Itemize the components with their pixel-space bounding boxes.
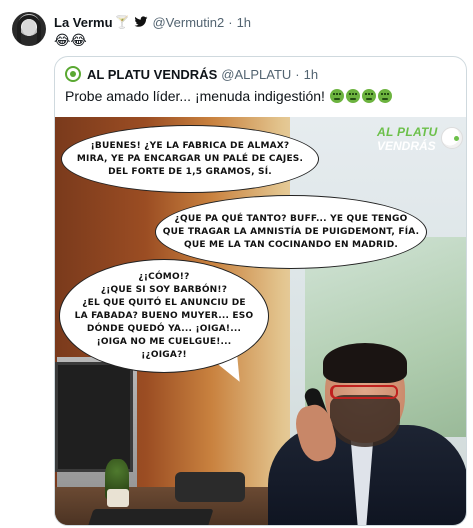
logo-line1: AL PLATU [377,125,438,139]
separator: · [228,14,233,30]
speech-bubble-3-text: ¿¡CÓMO!? ¿¡QUE SI SOY BARBÓN!? ¿EL QUE Q… [74,271,254,360]
cocktail-icon: 🍸 [114,15,130,29]
nauseated-face-icon [329,89,344,103]
speech-bubble-1-text: ¡BUENES! ¿YE LA FABRICA DE ALMAX? MIRA, … [76,140,304,177]
glasses [330,385,398,399]
keyboard [86,509,214,525]
quoted-text: Probe amado líder... ¡menuda indigestión… [65,88,392,104]
quoted-author-handle: @ALPLATU [221,66,292,82]
tweet[interactable]: La Vermu 🍸 @Vermutin2 · 1h 😂😂 AL PLATU V… [0,0,473,528]
nauseated-face-icon [345,89,360,103]
comic-image[interactable]: AL PLATU VENDRÁS ¡BUENES! ¿YE LA FABRICA… [55,117,466,525]
desk-phone [175,472,245,502]
tweet-time[interactable]: 1h [237,15,251,30]
nauseated-face-icon [377,89,392,103]
twitter-bird-icon [135,16,148,27]
speech-bubble-1: ¡BUENES! ¿YE LA FABRICA DE ALMAX? MIRA, … [61,125,319,193]
hair [323,343,407,383]
nauseated-face-icon [361,89,376,103]
beard [330,395,400,447]
speech-bubble-2: ¿QUE PA QUÉ TANTO? BUFF... YE QUE TENGO … [155,195,427,269]
man-on-phone [260,343,466,525]
logo-ball-icon [441,127,463,149]
quoted-author-name: AL PLATU VENDRÁS [87,66,218,82]
logo-line2: VENDRÁS [377,139,436,153]
nauseated-face-icons [328,89,392,103]
quoted-text-body: Probe amado líder... ¡menuda indigestión… [65,88,325,104]
author-name[interactable]: La Vermu [54,15,113,30]
quoted-separator: · [295,66,300,82]
speech-bubble-2-text: ¿QUE PA QUÉ TANTO? BUFF... YE QUE TENGO … [162,213,420,250]
plant-pot [107,489,129,507]
computer-monitor [55,362,133,472]
tweet-header: La Vermu 🍸 @Vermutin2 · 1h [54,13,251,31]
tweet-text: 😂😂 [54,32,87,48]
quoted-avatar [65,66,81,82]
avatar-face [22,19,36,36]
quoted-time: 1h [303,66,319,82]
quoted-tweet[interactable]: AL PLATU VENDRÁS @ALPLATU · 1h Probe ama… [54,56,467,526]
brand-logo: AL PLATU VENDRÁS [377,123,463,161]
author-handle[interactable]: @Vermutin2 [152,15,224,30]
quoted-header: AL PLATU VENDRÁS @ALPLATU · 1h [65,66,318,82]
speech-bubble-3: ¿¡CÓMO!? ¿¡QUE SI SOY BARBÓN!? ¿EL QUE Q… [59,259,269,373]
author-avatar[interactable] [12,12,46,46]
